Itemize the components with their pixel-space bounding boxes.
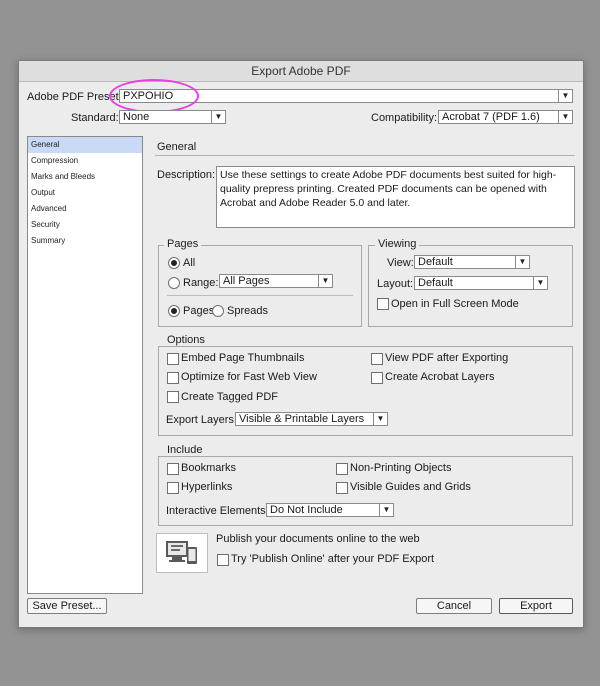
standard-label: Standard: — [71, 112, 119, 124]
chevron-down-icon: ▼ — [379, 504, 393, 516]
tagged-pdf-label: Create Tagged PDF — [181, 391, 279, 403]
sidebar-item-security[interactable]: Security — [28, 217, 142, 233]
pages-range-dropdown[interactable]: All Pages ▼ — [219, 274, 333, 288]
dialog-title: Export Adobe PDF — [19, 61, 583, 82]
optimize-web-checkbox[interactable] — [167, 372, 179, 384]
hyperlinks-checkbox[interactable] — [167, 482, 179, 494]
layout-value: Default — [418, 277, 453, 289]
bookmarks-checkbox[interactable] — [167, 463, 179, 475]
highlight-circle — [109, 79, 199, 113]
export-pdf-dialog: Export Adobe PDF Adobe PDF Preset: PXPOH… — [18, 60, 584, 628]
layout-label: Layout: — [377, 278, 414, 290]
chevron-down-icon: ▼ — [211, 111, 225, 123]
fullscreen-label: Open in Full Screen Mode — [391, 298, 519, 310]
non-printing-checkbox[interactable] — [336, 463, 348, 475]
fullscreen-checkbox[interactable] — [377, 298, 389, 310]
description-textarea[interactable]: Use these settings to create Adobe PDF d… — [216, 166, 575, 228]
sidebar-item-general[interactable]: General — [28, 137, 142, 153]
publish-heading: Publish your documents online to the web — [216, 533, 420, 545]
chevron-down-icon: ▼ — [318, 275, 332, 287]
chevron-down-icon: ▼ — [558, 111, 572, 123]
pages-all-radio[interactable] — [168, 257, 180, 269]
publish-online-checkbox[interactable] — [217, 554, 229, 566]
interactive-elements-label: Interactive Elements: — [166, 505, 269, 517]
pages-pages-label: Pages — [183, 305, 215, 317]
description-text: Use these settings to create Adobe PDF d… — [220, 169, 557, 209]
visible-guides-label: Visible Guides and Grids — [350, 481, 471, 493]
view-dropdown[interactable]: Default ▼ — [414, 255, 530, 269]
non-printing-label: Non-Printing Objects — [350, 462, 452, 474]
cancel-button[interactable]: Cancel — [416, 598, 492, 614]
compatibility-label: Compatibility: — [371, 112, 438, 124]
preset-label: Adobe PDF Preset: — [27, 91, 122, 103]
interactive-elements-dropdown[interactable]: Do Not Include ▼ — [266, 503, 394, 517]
export-layers-dropdown[interactable]: Visible & Printable Layers ▼ — [235, 412, 388, 426]
acrobat-layers-checkbox[interactable] — [371, 372, 383, 384]
embed-thumbnails-checkbox[interactable] — [167, 353, 179, 365]
tagged-pdf-checkbox[interactable] — [167, 391, 179, 403]
description-label: Description: — [157, 169, 216, 181]
export-layers-label: Export Layers: — [166, 414, 237, 426]
standard-value: None — [123, 111, 150, 123]
section-title: General — [157, 141, 197, 153]
viewing-legend: Viewing — [375, 238, 420, 250]
hyperlinks-label: Hyperlinks — [181, 481, 233, 493]
sidebar-item-marks-bleeds[interactable]: Marks and Bleeds — [28, 169, 142, 185]
pages-legend: Pages — [164, 238, 202, 250]
pages-range-value: All Pages — [223, 275, 270, 287]
category-sidebar: General Compression Marks and Bleeds Out… — [27, 136, 143, 594]
bookmarks-label: Bookmarks — [181, 462, 237, 474]
interactive-elements-value: Do Not Include — [270, 504, 343, 516]
pages-divider — [167, 295, 353, 296]
chevron-down-icon: ▼ — [373, 413, 387, 425]
optimize-web-label: Optimize for Fast Web View — [181, 371, 317, 383]
pages-spreads-label: Spreads — [227, 305, 268, 317]
visible-guides-checkbox[interactable] — [336, 482, 348, 494]
save-preset-button[interactable]: Save Preset... — [27, 598, 107, 614]
sidebar-item-summary[interactable]: Summary — [28, 233, 142, 249]
pages-spreads-radio[interactable] — [212, 305, 224, 317]
pages-range-radio[interactable] — [168, 277, 180, 289]
pages-range-label: Range: — [183, 277, 219, 289]
layout-dropdown[interactable]: Default ▼ — [414, 276, 548, 290]
embed-thumbnails-label: Embed Page Thumbnails — [181, 352, 305, 364]
compatibility-dropdown[interactable]: Acrobat 7 (PDF 1.6) ▼ — [438, 110, 573, 124]
sidebar-item-compression[interactable]: Compression — [28, 153, 142, 169]
view-after-export-label: View PDF after Exporting — [385, 352, 509, 364]
view-label: View: — [387, 257, 414, 269]
publish-online-icon — [156, 533, 208, 573]
options-legend: Options — [164, 334, 208, 346]
sidebar-item-advanced[interactable]: Advanced — [28, 201, 142, 217]
publish-online-label: Try 'Publish Online' after your PDF Expo… — [231, 553, 435, 565]
include-legend: Include — [164, 444, 206, 456]
chevron-down-icon: ▼ — [533, 277, 547, 289]
section-divider — [155, 155, 575, 156]
export-layers-value: Visible & Printable Layers — [239, 413, 365, 425]
view-after-export-checkbox[interactable] — [371, 353, 383, 365]
view-value: Default — [418, 256, 453, 268]
export-button[interactable]: Export — [499, 598, 573, 614]
chevron-down-icon: ▼ — [558, 90, 572, 102]
sidebar-item-output[interactable]: Output — [28, 185, 142, 201]
compatibility-value: Acrobat 7 (PDF 1.6) — [442, 111, 540, 123]
pages-pages-radio[interactable] — [168, 305, 180, 317]
acrobat-layers-label: Create Acrobat Layers — [385, 371, 495, 383]
chevron-down-icon: ▼ — [515, 256, 529, 268]
pages-all-label: All — [183, 257, 196, 269]
standard-dropdown[interactable]: None ▼ — [119, 110, 226, 124]
